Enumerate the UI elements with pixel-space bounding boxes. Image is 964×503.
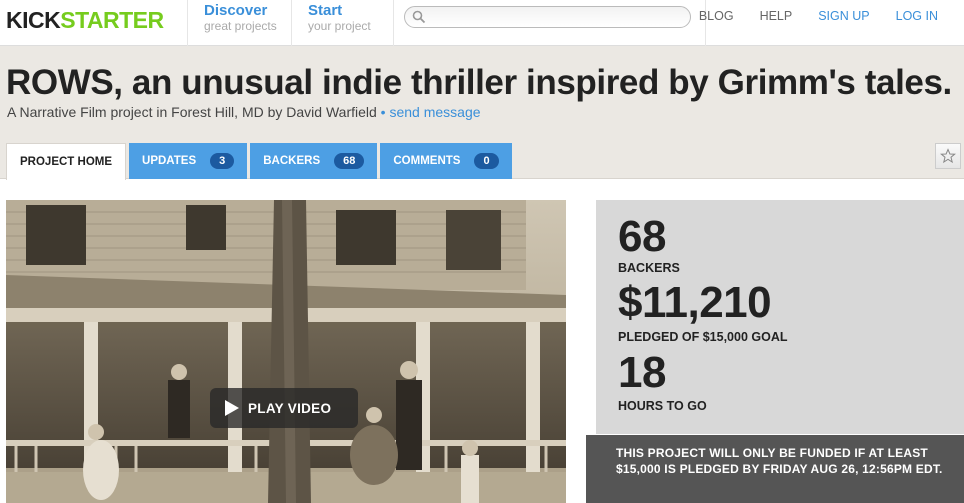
backers-label: BACKERS xyxy=(618,261,680,275)
log-in-link[interactable]: LOG IN xyxy=(896,9,938,29)
star-project-button[interactable] xyxy=(935,143,961,169)
tab-comments[interactable]: COMMENTS 0 xyxy=(380,143,512,179)
funding-stats: 68 BACKERS $11,210 PLEDGED OF $15,000 GO… xyxy=(596,200,964,434)
blog-link[interactable]: BLOG xyxy=(699,9,734,29)
project-title: ROWS, an unusual indie thriller inspired… xyxy=(6,63,952,102)
tab-label: COMMENTS xyxy=(393,155,461,167)
nav-discover-subtitle: great projects xyxy=(204,19,277,33)
project-subtitle: A Narrative Film project in Forest Hill,… xyxy=(7,104,481,120)
play-video-label: PLAY VIDEO xyxy=(248,400,332,416)
nav-start-subtitle: your project xyxy=(308,19,371,33)
search-area xyxy=(393,0,706,46)
hours-remaining: 18 xyxy=(618,348,666,397)
search-icon xyxy=(412,10,426,24)
pledged-amount: $11,210 xyxy=(618,278,772,327)
top-nav: KICKSTARTER Discover great projects Star… xyxy=(0,0,964,46)
logo-part-starter: STARTER xyxy=(60,7,164,33)
nav-discover[interactable]: Discover great projects xyxy=(187,0,294,46)
tab-backers[interactable]: BACKERS 68 xyxy=(250,143,378,179)
account-links: BLOG HELP SIGN UP LOG IN xyxy=(673,9,964,29)
send-message-link[interactable]: send message xyxy=(389,104,480,120)
byline-separator: • xyxy=(376,104,390,120)
updates-count-badge: 3 xyxy=(210,153,235,169)
project-tabs: PROJECT HOME UPDATES 3 BACKERS 68 COMMEN… xyxy=(6,143,515,180)
nav-start[interactable]: Start your project xyxy=(291,0,391,46)
funding-notice: THIS PROJECT WILL ONLY BE FUNDED IF AT L… xyxy=(586,435,964,503)
tab-label: BACKERS xyxy=(263,155,321,167)
sign-up-link[interactable]: SIGN UP xyxy=(818,9,869,29)
backers-count-badge: 68 xyxy=(334,153,365,169)
tab-label: UPDATES xyxy=(142,155,197,167)
tab-label: PROJECT HOME xyxy=(20,156,113,168)
project-header: ROWS, an unusual indie thriller inspired… xyxy=(0,46,964,180)
logo-part-kick: KICK xyxy=(6,7,61,33)
kickstarter-logo[interactable]: KICKSTARTER xyxy=(6,7,164,34)
help-link[interactable]: HELP xyxy=(760,9,793,29)
project-video[interactable] xyxy=(6,200,566,503)
search-input[interactable] xyxy=(404,6,691,28)
comments-count-badge: 0 xyxy=(474,153,499,169)
nav-discover-title: Discover xyxy=(204,2,268,19)
pledged-goal-label: PLEDGED OF $15,000 GOAL xyxy=(618,330,788,344)
hours-label: HOURS TO GO xyxy=(618,399,707,413)
play-video-button[interactable]: PLAY VIDEO xyxy=(210,388,358,428)
star-icon xyxy=(940,148,956,164)
tab-project-home[interactable]: PROJECT HOME xyxy=(6,143,127,180)
project-byline: A Narrative Film project in Forest Hill,… xyxy=(7,104,377,120)
video-thumbnail-image xyxy=(6,200,566,503)
nav-start-title: Start xyxy=(308,2,343,19)
backers-count: 68 xyxy=(618,212,666,261)
play-icon xyxy=(225,400,239,416)
tab-updates[interactable]: UPDATES 3 xyxy=(129,143,248,179)
